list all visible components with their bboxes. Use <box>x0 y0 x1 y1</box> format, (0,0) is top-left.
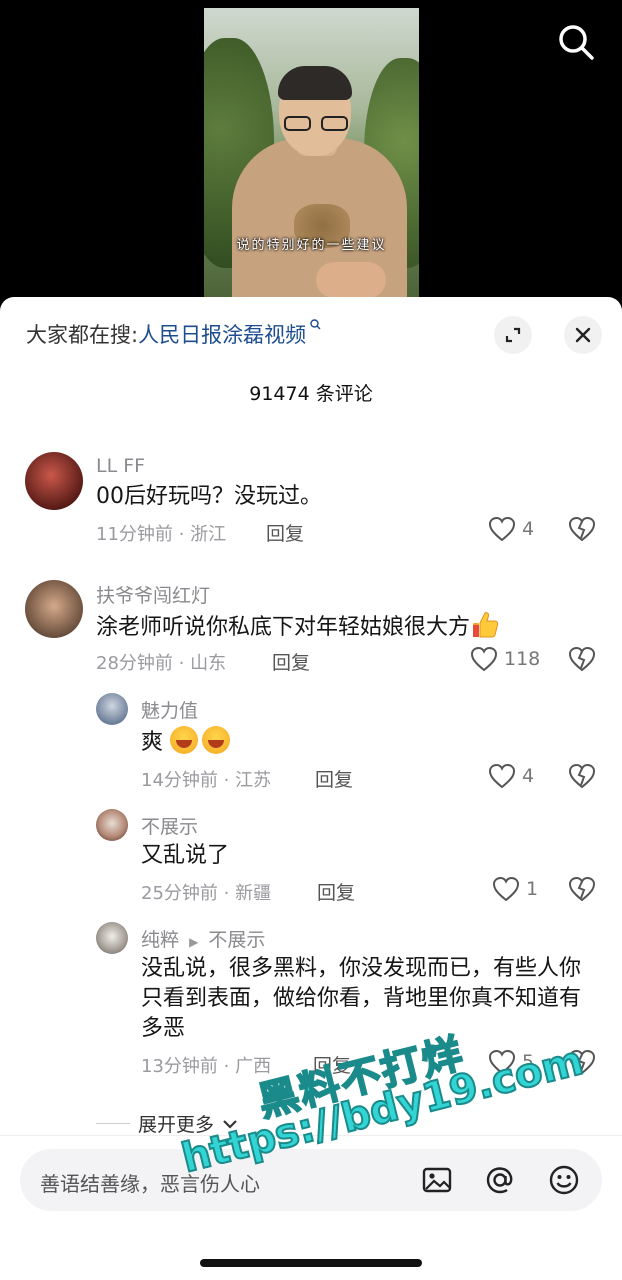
comment-author[interactable]: 扶爷爷闯红灯 <box>96 581 210 608</box>
dislike-button[interactable] <box>568 516 596 546</box>
comment-text: 涂老师听说你私底下对年轻姑娘很大方 <box>96 610 566 643</box>
expand-more-button[interactable]: 展开更多 <box>96 1110 238 1137</box>
laughing-emoji-icon <box>170 726 199 754</box>
search-icon <box>306 319 321 333</box>
video-subtitle: 说的特别好的一些建议 <box>236 238 387 253</box>
close-icon <box>575 327 591 343</box>
dislike-button[interactable] <box>568 646 596 676</box>
image-icon[interactable] <box>420 1163 454 1197</box>
chevron-down-icon <box>223 1119 237 1129</box>
emoji-icon[interactable] <box>547 1163 581 1197</box>
like-count: 4 <box>522 765 535 787</box>
broken-heart-icon <box>568 1049 596 1075</box>
heart-icon <box>488 516 516 542</box>
like-count: 5 <box>522 1051 535 1073</box>
comment-text-content: 涂老师听说你私底下对年轻姑娘很大方 <box>96 615 471 640</box>
avatar[interactable] <box>96 922 128 954</box>
at-mention-icon[interactable] <box>483 1163 517 1197</box>
expand-icon <box>505 327 521 343</box>
dislike-button[interactable] <box>568 763 596 793</box>
broken-heart-icon <box>568 876 596 902</box>
thumbs-up-icon <box>470 610 500 640</box>
like-button[interactable]: 1 <box>492 876 538 902</box>
close-button[interactable] <box>564 316 602 354</box>
fullscreen-button[interactable] <box>494 316 532 354</box>
reply-button[interactable]: 回复 <box>313 1051 351 1078</box>
divider-line <box>96 1123 130 1124</box>
reply-author[interactable]: 不展示 <box>141 812 198 839</box>
comment-text: 00后好玩吗？没玩过。 <box>96 484 322 509</box>
reply-meta: 14分钟前 · 江苏 <box>141 770 272 791</box>
like-button[interactable]: 4 <box>488 763 534 789</box>
like-count: 118 <box>504 648 541 670</box>
comment-count: 91474 条评论 <box>249 383 373 405</box>
comment-meta: 11分钟前 · 浙江 <box>96 524 227 545</box>
input-divider <box>0 1135 622 1136</box>
hot-search-keyword[interactable]: 人民日报涂磊视频 <box>138 323 306 347</box>
reply-button[interactable]: 回复 <box>315 765 353 792</box>
like-count: 4 <box>522 518 535 540</box>
like-button[interactable]: 4 <box>488 516 534 542</box>
hands <box>316 262 386 298</box>
heart-icon <box>470 646 498 672</box>
reply-author-name[interactable]: 纯粹 <box>141 929 179 951</box>
reply-text: 又乱说了 <box>141 843 230 868</box>
video-thumbnail[interactable]: 说的特别好的一些建议 <box>204 8 419 298</box>
reply-arrow-icon: ▶ <box>189 935 199 949</box>
avatar[interactable] <box>96 809 128 841</box>
broken-heart-icon <box>568 763 596 789</box>
reply-author: 纯粹 ▶ 不展示 <box>141 925 265 952</box>
comment-meta: 28分钟前 · 山东 <box>96 653 227 674</box>
reply-text-content: 爽 <box>141 730 164 755</box>
like-button[interactable]: 5 <box>488 1049 534 1075</box>
reply-button[interactable]: 回复 <box>266 519 304 546</box>
hot-search-prefix: 大家都在搜: <box>26 323 139 347</box>
heart-icon <box>492 876 520 902</box>
reply-button[interactable]: 回复 <box>317 878 355 905</box>
heart-icon <box>488 763 516 789</box>
avatar[interactable] <box>25 580 83 638</box>
comment-sheet: 大家都在搜:人民日报涂磊视频 91474 条评论 LL FF 00后好玩吗？没玩… <box>0 297 622 1280</box>
glasses <box>284 116 348 132</box>
like-button[interactable]: 118 <box>470 646 540 672</box>
broken-heart-icon <box>568 516 596 542</box>
hot-search[interactable]: 大家都在搜:人民日报涂磊视频 <box>26 319 321 349</box>
reply-text: 爽 <box>141 726 561 758</box>
dislike-button[interactable] <box>568 876 596 906</box>
search-icon[interactable] <box>556 22 596 62</box>
dislike-button[interactable] <box>568 1049 596 1079</box>
avatar[interactable] <box>25 452 83 510</box>
reply-meta: 13分钟前 · 广西 <box>141 1056 272 1077</box>
like-count: 1 <box>526 878 539 900</box>
home-indicator[interactable] <box>200 1259 422 1267</box>
comment-input-placeholder: 善语结善缘，恶言伤人心 <box>40 1172 260 1196</box>
avatar[interactable] <box>96 693 128 725</box>
heart-icon <box>488 1049 516 1075</box>
comment-input[interactable]: 善语结善缘，恶言伤人心 <box>20 1149 602 1211</box>
reply-author[interactable]: 魅力值 <box>141 696 198 723</box>
reply-target-name[interactable]: 不展示 <box>208 929 265 951</box>
person-hair <box>278 66 352 100</box>
comment-author[interactable]: LL FF <box>96 455 145 477</box>
reply-button[interactable]: 回复 <box>272 648 310 675</box>
video-area[interactable]: 说的特别好的一些建议 <box>0 0 622 300</box>
expand-more-label: 展开更多 <box>138 1114 215 1136</box>
reply-text: 没乱说，很多黑料，你没发现而已，有些人你只看到表面，做给你看，背地里你真不知道有… <box>141 956 582 1041</box>
broken-heart-icon <box>568 646 596 672</box>
laughing-emoji-icon <box>202 726 231 754</box>
reply-meta: 25分钟前 · 新疆 <box>141 883 272 904</box>
